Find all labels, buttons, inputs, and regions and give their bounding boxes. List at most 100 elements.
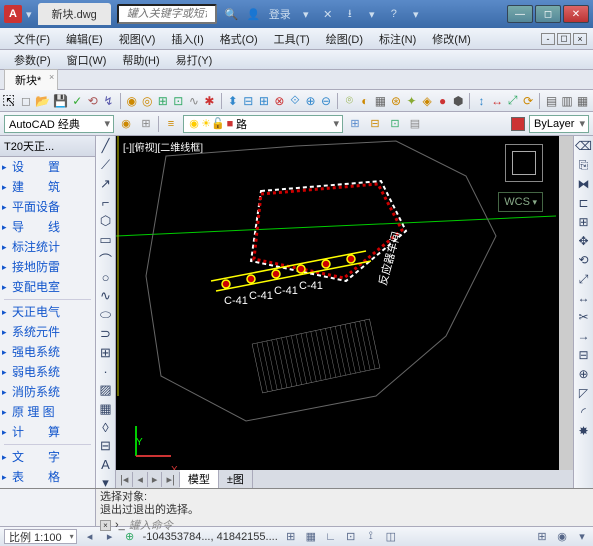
help-search-input[interactable] [117, 4, 217, 24]
text-icon[interactable]: A [98, 457, 114, 472]
sidebar-item[interactable]: 接地防雷 [0, 257, 95, 277]
menu-yida[interactable]: 易打(Y) [168, 50, 221, 70]
exchange-icon[interactable]: ✕ [321, 7, 335, 21]
erase-icon[interactable]: ⌫ [576, 138, 592, 154]
sidebar-item[interactable]: 文 字 [0, 447, 95, 467]
sidebar-item[interactable]: 变配电室 [0, 277, 95, 297]
tool-icon[interactable]: ⟲ [87, 93, 100, 109]
app-menu-icon[interactable]: ▾ [26, 8, 32, 21]
extend-icon[interactable]: → [576, 328, 592, 344]
scale-combo[interactable]: 比例 1:100 [4, 529, 77, 544]
status-icon[interactable]: ⟟ [364, 530, 378, 544]
workspace-combo[interactable]: AutoCAD 经典 [4, 115, 114, 133]
tool-icon[interactable]: ▤ [545, 93, 558, 109]
move-icon[interactable]: ✥ [576, 233, 592, 249]
mirror-icon[interactable]: ⧓ [576, 176, 592, 192]
circle-icon[interactable]: ○ [98, 270, 114, 285]
close-button[interactable]: ✕ [563, 5, 589, 23]
ellipse-icon[interactable]: ⬭ [98, 307, 114, 323]
gradient-icon[interactable]: ▦ [98, 401, 114, 417]
tool-icon[interactable]: ⊕ [304, 93, 317, 109]
user-icon[interactable]: 👤 [247, 7, 261, 21]
tool-icon[interactable]: ◐ [359, 93, 372, 109]
pline-icon[interactable]: ⟋ [98, 157, 114, 173]
polyline-icon[interactable]: ⌐ [98, 195, 114, 210]
sidebar-item[interactable]: 天正电气 [0, 302, 95, 322]
bylayer-combo[interactable]: ByLayer [529, 115, 589, 133]
menu-file[interactable]: 文件(F) [6, 29, 58, 49]
save-icon[interactable]: 💾 [53, 93, 68, 109]
menu-dim[interactable]: 标注(N) [371, 29, 424, 49]
dropdown-icon[interactable]: ▾ [409, 7, 423, 21]
open-icon[interactable]: 📂 [35, 93, 50, 109]
sidebar-item[interactable]: 弱电系统 [0, 362, 95, 382]
sidebar-item[interactable]: 平面设备 [0, 197, 95, 217]
minimize-button[interactable]: — [507, 5, 533, 23]
tool-icon[interactable]: ⊗ [273, 93, 286, 109]
status-icon[interactable]: ⊞ [535, 530, 549, 544]
stretch-icon[interactable]: ↔ [576, 290, 592, 306]
menu-window[interactable]: 窗口(W) [59, 50, 115, 70]
tool-icon[interactable]: ⊞ [138, 116, 154, 132]
tab-nav-prev[interactable]: ◂ [133, 472, 148, 487]
tool-icon[interactable]: ⌾ [343, 93, 356, 109]
join-icon[interactable]: ⊕ [576, 366, 592, 382]
tool-icon[interactable]: ▦ [374, 93, 387, 109]
layer-combo[interactable]: ◉ ☀ 🔓 ■ 路 [183, 115, 343, 133]
tool-icon[interactable]: ▤ [407, 116, 423, 132]
sidebar-item[interactable]: 尺 寸 [0, 487, 95, 488]
status-icon[interactable]: ◉ [555, 530, 569, 544]
spline-icon[interactable]: ∿ [98, 288, 114, 304]
ellipse-arc-icon[interactable]: ⊃ [98, 326, 114, 342]
menu-param[interactable]: 参数(P) [6, 50, 59, 70]
status-icon[interactable]: ⊕ [123, 530, 137, 544]
tool-icon[interactable]: ✱ [203, 93, 216, 109]
menu-draw[interactable]: 绘图(D) [318, 29, 371, 49]
status-icon[interactable]: ▦ [304, 530, 318, 544]
mdi-restore-button[interactable]: ◻ [557, 33, 571, 45]
command-text[interactable]: 选择对象: 退出过退出的选择。 × ›_ 罐入命令 [96, 489, 593, 526]
tool-icon[interactable]: ∿ [188, 93, 201, 109]
sidebar-item[interactable]: 导 线 [0, 217, 95, 237]
sidebar-item[interactable]: 消防系统 [0, 382, 95, 402]
sidebar-item[interactable]: 建 筑 [0, 177, 95, 197]
menu-edit[interactable]: 编辑(E) [58, 29, 111, 49]
tab-model[interactable]: 模型 [180, 470, 219, 488]
tool-icon[interactable]: ◎ [141, 93, 154, 109]
cursor-icon[interactable]: ↖⬚ [4, 93, 17, 109]
menu-format[interactable]: 格式(O) [212, 29, 266, 49]
menu-view[interactable]: 视图(V) [111, 29, 164, 49]
table-icon[interactable]: ⊟ [98, 438, 114, 454]
block-icon[interactable]: ⊞ [98, 345, 114, 361]
help-icon[interactable]: ? [387, 7, 401, 21]
tab-nav-last[interactable]: ▸| [162, 472, 179, 487]
mdi-minimize-button[interactable]: - [541, 33, 555, 45]
tool-icon[interactable]: ✓ [71, 93, 84, 109]
tool-icon[interactable]: ⊡ [387, 116, 403, 132]
login-label[interactable]: 登录 [269, 7, 291, 21]
rectangle-icon[interactable]: ▭ [98, 232, 114, 248]
tool-icon[interactable]: ⊟ [367, 116, 383, 132]
tool-icon[interactable]: ⊞ [157, 93, 170, 109]
tool-icon[interactable]: ◉ [125, 93, 138, 109]
status-icon[interactable]: ⊡ [344, 530, 358, 544]
rotate-icon[interactable]: ⟲ [576, 252, 592, 268]
menu-insert[interactable]: 插入(I) [163, 29, 211, 49]
break-icon[interactable]: ⊟ [576, 347, 592, 363]
tool-icon[interactable]: ⊞ [258, 93, 271, 109]
tool-icon[interactable]: ◉ [118, 116, 134, 132]
dropdown-icon[interactable]: ▾ [299, 7, 313, 21]
tool-icon[interactable]: ↕ [475, 93, 488, 109]
status-icon[interactable]: ⊞ [284, 530, 298, 544]
mdi-close-button[interactable]: × [573, 33, 587, 45]
tool-icon[interactable]: ⊟ [242, 93, 255, 109]
scale-icon[interactable]: ⤢ [576, 271, 592, 287]
tool-icon[interactable]: ⤢ [506, 93, 519, 109]
sidebar-item[interactable]: 原 理 图 [0, 402, 95, 422]
tool-icon[interactable]: ⬍ [226, 93, 239, 109]
array-icon[interactable]: ⊞ [576, 214, 592, 230]
tab-close-icon[interactable]: × [49, 72, 54, 82]
status-icon[interactable]: ∟ [324, 530, 338, 544]
tab-layout[interactable]: ±图 [219, 470, 253, 488]
menu-tools[interactable]: 工具(T) [266, 29, 318, 49]
